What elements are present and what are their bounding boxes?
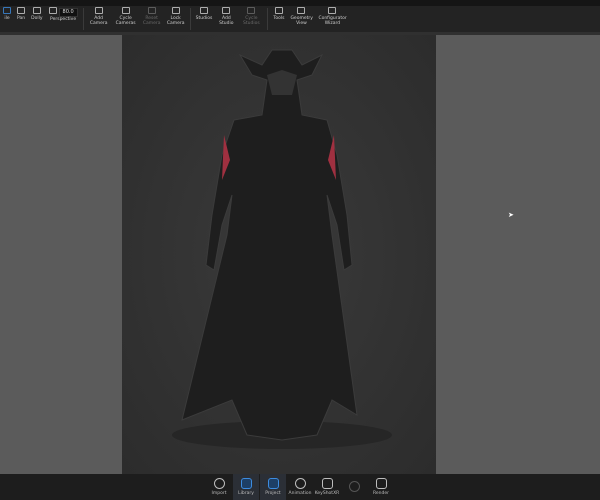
cycle-cameras-icon xyxy=(121,7,130,14)
perspective-control[interactable]: 80.0 Perspective xyxy=(46,6,81,32)
render-viewport[interactable] xyxy=(122,35,436,474)
lock-camera-icon xyxy=(171,7,180,14)
bottom-toolbar: Import Library Project Animation KeyShot… xyxy=(0,474,600,500)
perspective-icon xyxy=(48,7,57,14)
pan-icon xyxy=(17,7,26,14)
animation-icon xyxy=(294,478,306,489)
divider xyxy=(189,8,191,30)
add-studio-icon xyxy=(222,7,231,14)
cycle-studios-button[interactable]: Cycle Studios xyxy=(237,6,265,32)
geometry-view-icon xyxy=(297,7,306,14)
pan-button[interactable]: Pan xyxy=(14,6,28,32)
keyshotxr-button[interactable]: KeyShotXR xyxy=(314,474,340,500)
character-silhouette xyxy=(181,49,358,441)
render-icon xyxy=(375,478,387,489)
library-icon xyxy=(240,478,252,489)
cycle-cameras-button[interactable]: Cycle Cameras xyxy=(112,6,140,32)
dolly-button[interactable]: Dolly xyxy=(28,6,45,32)
configurator-wizard-button[interactable]: Configurator Wizard xyxy=(315,6,349,32)
divider xyxy=(267,8,269,30)
animation-button[interactable]: Animation xyxy=(287,474,313,500)
tools-button[interactable]: Tools xyxy=(270,6,287,32)
library-button[interactable]: Library xyxy=(233,474,259,500)
reset-camera-icon xyxy=(147,7,156,14)
geometry-view-button[interactable]: Geometry View xyxy=(287,6,315,32)
disabled-icon xyxy=(348,480,360,492)
project-icon xyxy=(267,478,279,489)
add-camera-icon xyxy=(94,7,103,14)
tools-icon xyxy=(274,7,283,14)
reset-camera-button[interactable]: Reset Camera xyxy=(140,6,164,32)
studios-icon xyxy=(200,7,208,14)
toolbar: ile Pan Dolly 80.0 Perspective Add Camera… xyxy=(0,6,600,32)
dolly-icon xyxy=(32,7,41,14)
import-icon xyxy=(213,478,225,489)
add-studio-button[interactable]: Add Studio xyxy=(215,6,237,32)
add-camera-button[interactable]: Add Camera xyxy=(86,6,112,32)
disabled-button[interactable] xyxy=(341,474,367,500)
divider xyxy=(82,8,84,30)
file-icon xyxy=(3,7,11,14)
configurator-wizard-icon xyxy=(328,7,337,14)
head xyxy=(267,70,297,95)
render-button[interactable]: Render xyxy=(368,474,394,500)
studios-button[interactable]: Studios xyxy=(193,6,216,32)
keyshotxr-icon xyxy=(321,478,333,489)
lock-camera-button[interactable]: Lock Camera xyxy=(164,6,188,32)
cycle-studios-icon xyxy=(247,7,256,14)
perspective-input[interactable]: 80.0 xyxy=(58,8,78,17)
file-button[interactable]: ile xyxy=(0,6,14,32)
mouse-cursor-icon: ➤ xyxy=(508,211,514,219)
rendered-model xyxy=(172,49,392,449)
project-button[interactable]: Project xyxy=(260,474,286,500)
import-button[interactable]: Import xyxy=(206,474,232,500)
